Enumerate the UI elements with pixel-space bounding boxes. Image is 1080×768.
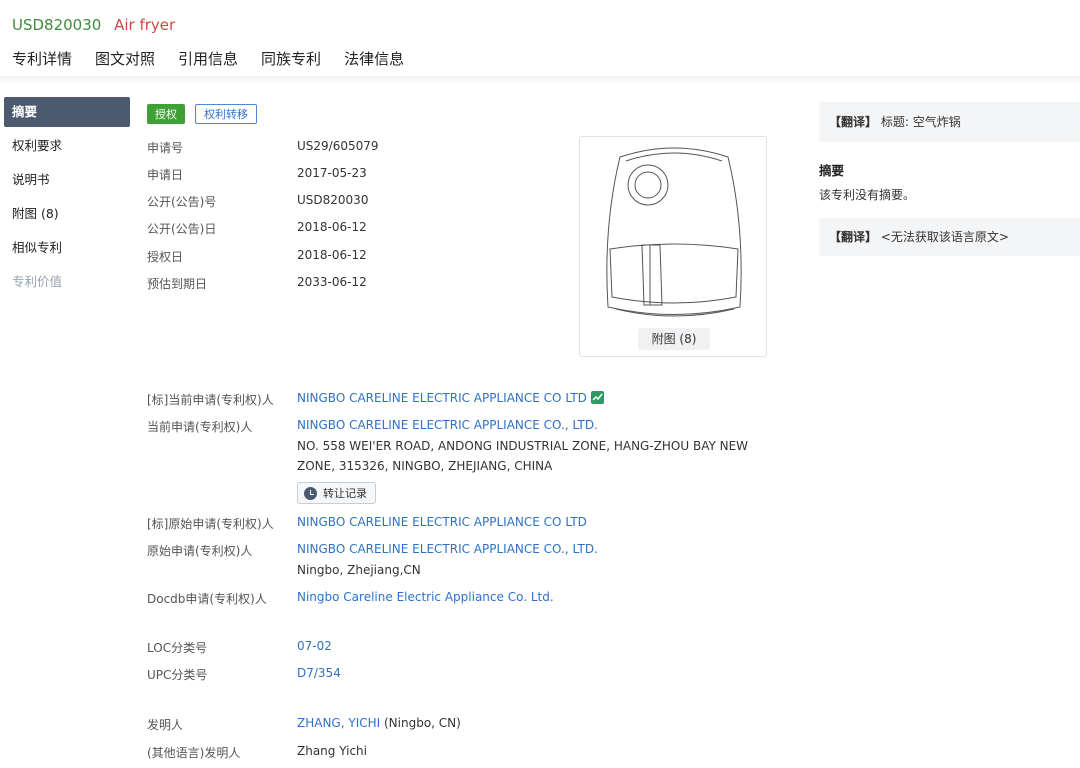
status-badge-granted: 授权 [147,104,185,124]
applicant-link[interactable]: NINGBO CARELINE ELECTRIC APPLIANCE CO., … [297,418,598,432]
abstract-text: 该专利没有摘要。 [819,188,916,202]
patent-title: Air fryer [114,16,176,34]
inventor-location: (Ningbo, CN) [384,716,461,730]
original-applicant-location: Ningbo, Zhejiang,CN [297,560,767,580]
tab-text-image-compare[interactable]: 图文对照 [95,48,155,79]
sidebar-item-patent-value[interactable]: 专利价值 [4,267,130,301]
loc-class-link[interactable]: 07-02 [297,639,332,653]
address-line: Ningbo, Zhejiang,CN [297,563,421,577]
abstract-translation-box: 【翻译】 <无法获取该语言原文> [819,218,1080,256]
field-label: 申请日 [147,168,184,182]
tab-family-patents[interactable]: 同族专利 [261,48,321,79]
upc-class-link[interactable]: D7/354 [297,666,341,680]
field-label: 当前申请(专利权)人 [147,420,253,434]
field-label: 发明人 [147,718,184,732]
field-value: 2018-06-12 [297,220,367,234]
tabs-divider [0,76,1080,84]
field-label: [标]原始申请(专利权)人 [147,517,274,531]
field-value: 2018-06-12 [297,248,367,262]
status-badge-transfer[interactable]: 权利转移 [195,104,257,124]
tab-citation-info[interactable]: 引用信息 [178,48,238,79]
field-label: LOC分类号 [147,641,208,655]
section-sidebar: 摘要 权利要求 说明书 附图 (8) 相似专利 专利价值 [4,97,130,301]
figure-count-label[interactable]: 附图 (8) [638,328,710,350]
title-translation-box: 【翻译】 标题: 空气炸锅 [819,102,1080,142]
air-fryer-drawing [606,147,742,317]
field-value: ZHANG, YICHI (Ningbo, CN) [297,716,461,730]
field-label: 预估到期日 [147,277,208,291]
field-value: NINGBO CARELINE ELECTRIC APPLIANCE CO LT… [297,391,604,405]
field-label: 授权日 [147,250,184,264]
applicant-link[interactable]: NINGBO CARELINE ELECTRIC APPLIANCE CO LT… [297,391,587,405]
patent-number: USD820030 [12,16,102,34]
address-line: NO. 558 WEI'ER ROAD, ANDONG INDUSTRIAL Z… [297,439,749,453]
field-value: 2017-05-23 [297,166,367,180]
sidebar-item-figures[interactable]: 附图 (8) [4,199,130,233]
field-label: 申请号 [147,141,184,155]
sidebar-item-claims[interactable]: 权利要求 [4,131,130,165]
transfer-record-button[interactable]: 转让记录 [297,482,376,504]
field-label: UPC分类号 [147,668,208,682]
translate-tag[interactable]: 【翻译】 [829,230,877,244]
status-badges: 授权 权利转移 [147,104,257,124]
inventor-link[interactable]: ZHANG, YICHI [297,716,380,730]
applicant-link[interactable]: Ningbo Careline Electric Appliance Co. L… [297,590,554,604]
applicant-link[interactable]: NINGBO CARELINE ELECTRIC APPLIANCE CO LT… [297,515,587,529]
field-label: Docdb申请(专利权)人 [147,592,267,606]
address-line: ZONE, 315326, NINGBO, ZHEJIANG, CHINA [297,459,553,473]
sidebar-item-abstract[interactable]: 摘要 [4,97,130,127]
abstract-heading: 摘要 [819,163,845,178]
current-applicant-address: NO. 558 WEI'ER ROAD, ANDONG INDUSTRIAL Z… [297,436,767,476]
field-label: 原始申请(专利权)人 [147,544,253,558]
field-label: 公开(公告)号 [147,195,217,209]
field-label: (其他语言)发明人 [147,746,241,760]
field-label: 公开(公告)日 [147,222,217,236]
clock-icon [304,486,317,500]
detail-tabs: 专利详情 图文对照 引用信息 同族专利 法律信息 [12,48,427,79]
field-value: 2033-06-12 [297,275,367,289]
sidebar-item-description[interactable]: 说明书 [4,165,130,199]
applicant-link[interactable]: NINGBO CARELINE ELECTRIC APPLIANCE CO., … [297,542,598,556]
field-value: US29/605079 [297,139,379,153]
field-value: USD820030 [297,193,369,207]
field-label: [标]当前申请(专利权)人 [147,393,274,407]
company-chart-icon[interactable] [590,391,604,404]
tab-legal-info[interactable]: 法律信息 [344,48,404,79]
patent-header: USD820030 Air fryer [12,16,175,34]
abstract-translation-text: <无法获取该语言原文> [880,230,1009,244]
field-value: Zhang Yichi [297,744,367,758]
sidebar-item-similar-patents[interactable]: 相似专利 [4,233,130,267]
transfer-record-label: 转让记录 [323,487,367,500]
tab-patent-details[interactable]: 专利详情 [12,48,73,79]
translate-tag[interactable]: 【翻译】 [829,115,877,129]
patent-figure-card[interactable]: 附图 (8) [579,136,767,357]
title-translation-text: 标题: 空气炸锅 [880,115,961,129]
